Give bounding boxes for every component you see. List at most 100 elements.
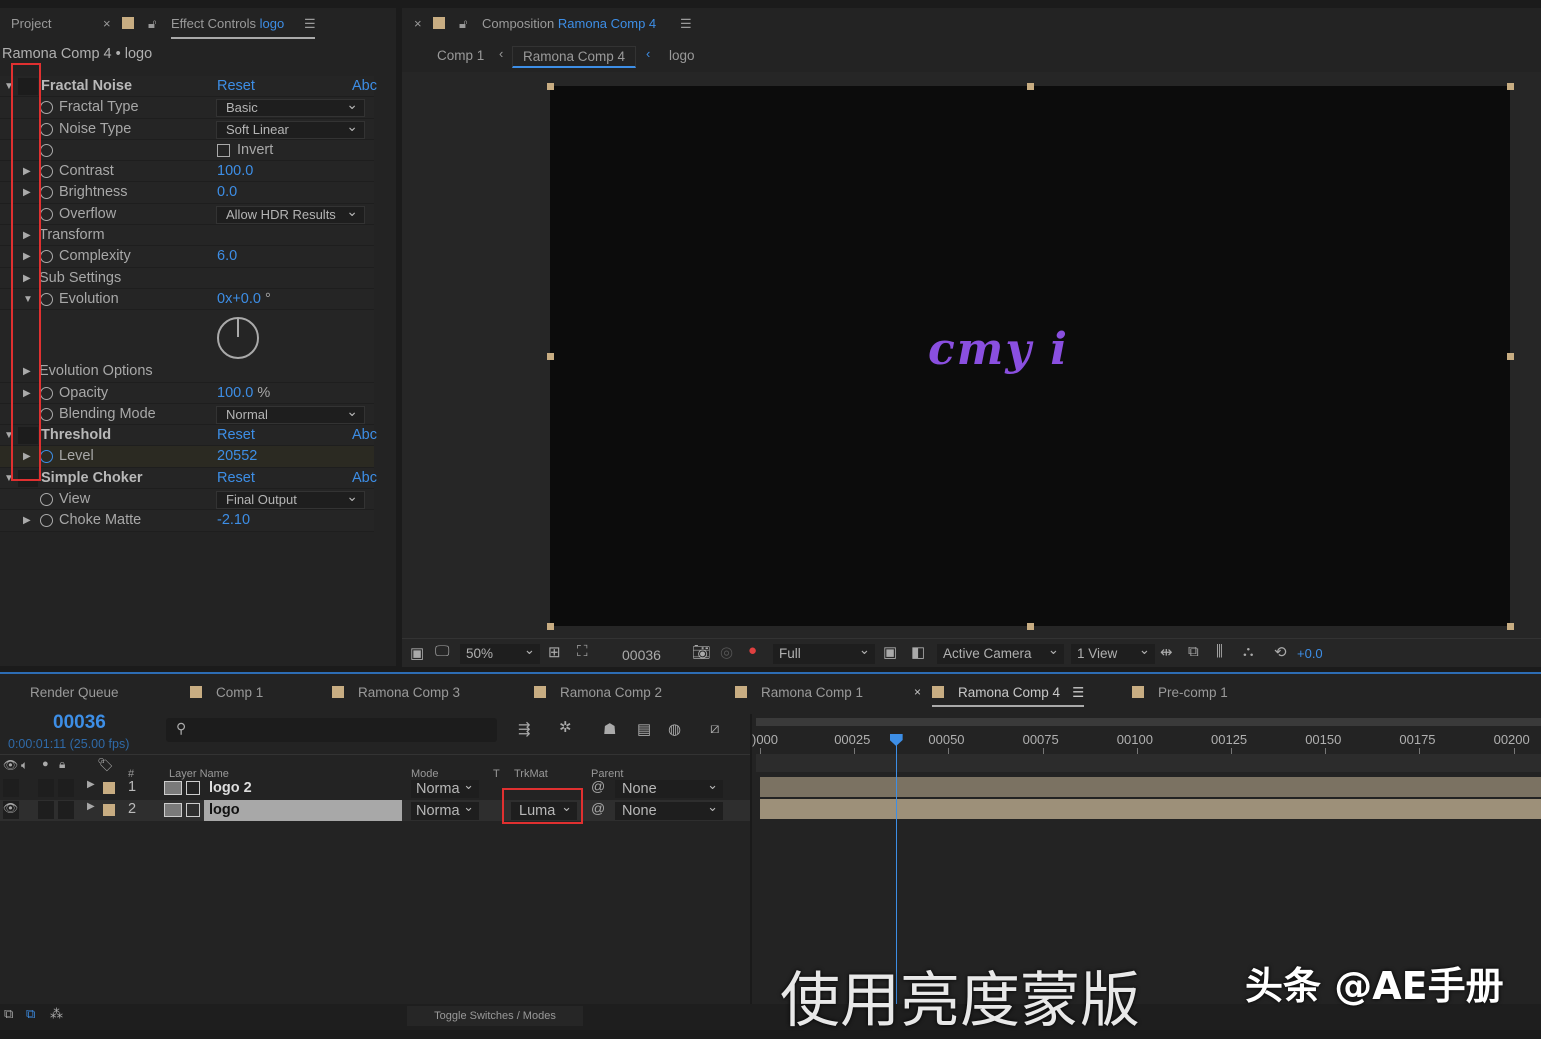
reset-link[interactable]: Reset <box>217 425 255 446</box>
label-swatch-icon[interactable] <box>103 804 115 816</box>
parent-dropdown[interactable]: None <box>615 776 723 798</box>
twirl-right-icon[interactable]: ▶ <box>23 510 31 531</box>
handle[interactable] <box>1027 623 1034 630</box>
stopwatch-icon[interactable] <box>40 207 53 221</box>
mode-dropdown[interactable]: Norma <box>411 798 479 820</box>
current-time-display[interactable]: 00036 <box>622 647 661 663</box>
property-value[interactable]: 20552 <box>217 446 257 467</box>
motion-blur-icon[interactable]: ◍ <box>668 720 681 738</box>
tab-ramona-comp-4[interactable]: Ramona Comp 4 × ☰ <box>914 685 1085 707</box>
tab-ramona-comp-2[interactable]: Ramona Comp 2 <box>534 685 662 700</box>
property-value[interactable]: 6.0 <box>217 246 237 267</box>
breadcrumb-logo[interactable]: logo <box>669 48 695 63</box>
handle[interactable] <box>1507 353 1514 360</box>
layer-search-input[interactable]: ⚲ <box>166 718 497 742</box>
close-icon[interactable]: × <box>414 16 422 31</box>
handle[interactable] <box>1507 623 1514 630</box>
flowchart-icon[interactable]: ⛬ <box>1243 643 1254 660</box>
property-value[interactable]: -2.10 <box>217 510 250 531</box>
draft-3d-icon[interactable]: ✲ <box>559 718 572 736</box>
handle[interactable] <box>547 353 554 360</box>
value-number[interactable]: 100.0 <box>217 385 253 401</box>
in-out-icon[interactable]: ⁂ <box>50 1006 63 1022</box>
tab-pre-comp-1[interactable]: Pre-comp 1 <box>1132 685 1228 700</box>
pick-whip-icon[interactable]: @ <box>591 778 605 794</box>
visibility-eye-icon[interactable] <box>3 779 19 797</box>
layer-row[interactable]: 👁︎▶2logoNormaLuma@None <box>0 788 750 824</box>
graph-editor-icon[interactable]: ⧄ <box>710 720 720 737</box>
toggle-switches-modes-button[interactable]: Toggle Switches / Modes <box>407 1006 583 1026</box>
about-link[interactable]: Abc <box>352 468 377 489</box>
draft-3d-icon[interactable]: ⧉ <box>1188 643 1199 660</box>
lock-icon[interactable]: 🔓︎ <box>459 16 467 32</box>
property-value[interactable]: 100.0 % <box>217 383 270 404</box>
switch-box[interactable] <box>58 779 74 797</box>
property-value[interactable]: 0x+0.0 ° <box>217 289 271 310</box>
twirl-right-icon[interactable]: ▶ <box>87 779 95 790</box>
value-number[interactable]: 0.0 <box>217 184 237 200</box>
tab-composition[interactable]: Composition Ramona Comp 4 <box>482 16 656 31</box>
tab-project[interactable]: Project <box>11 16 51 31</box>
property-dropdown[interactable]: Basic <box>216 96 365 118</box>
handle[interactable] <box>1507 83 1514 90</box>
switch-box[interactable] <box>38 801 54 819</box>
zoom-dropdown[interactable]: 50% <box>460 640 540 664</box>
reset-link[interactable]: Reset <box>217 76 255 97</box>
composition-mini-flowchart-icon[interactable]: ⇶ <box>518 720 531 738</box>
layer-switches-icon[interactable]: ⧉ <box>4 1006 13 1022</box>
value-number[interactable]: 20552 <box>217 448 257 464</box>
playhead-handle[interactable] <box>889 734 903 746</box>
timeline-ruler-track[interactable] <box>756 754 1541 772</box>
stopwatch-icon[interactable] <box>40 407 53 421</box>
video-toggle-icon[interactable]: 👁︎ <box>3 758 18 772</box>
toggle-3d-icon[interactable]: ⇹ <box>1160 643 1173 661</box>
property-dropdown[interactable]: Final Output <box>216 488 365 510</box>
handle[interactable] <box>547 83 554 90</box>
always-preview-icon[interactable]: ▣ <box>410 644 424 662</box>
close-icon[interactable]: × <box>914 685 921 699</box>
stopwatch-icon[interactable] <box>40 165 53 179</box>
mode-dropdown[interactable]: Norma <box>411 776 479 798</box>
stopwatch-icon[interactable] <box>40 143 53 157</box>
panel-menu-icon[interactable]: ☰ <box>680 16 692 32</box>
property-value[interactable]: 0.0 <box>217 182 237 203</box>
close-icon[interactable]: × <box>103 16 111 31</box>
property-dropdown[interactable]: Allow HDR Results <box>216 203 365 224</box>
monitor-icon[interactable]: 🖵︎ <box>435 643 449 660</box>
stopwatch-icon[interactable] <box>40 386 53 400</box>
fast-preview-icon[interactable]: ▣ <box>883 643 897 661</box>
visibility-eye-icon[interactable]: 👁︎ <box>3 801 19 819</box>
stopwatch-icon[interactable] <box>40 493 53 507</box>
layer-bar-logo-2[interactable] <box>760 777 1541 797</box>
audio-toggle-icon[interactable]: 🔈︎ <box>21 758 28 773</box>
stopwatch-icon[interactable] <box>40 186 53 200</box>
layer-name[interactable]: logo 2 <box>204 778 402 799</box>
dial-knob-icon[interactable] <box>217 317 259 360</box>
stopwatch-icon[interactable] <box>40 514 53 528</box>
views-dropdown[interactable]: 1 View <box>1071 640 1155 664</box>
timeline-icon[interactable]: ⫼ <box>1216 643 1223 660</box>
current-frame[interactable]: 00036 <box>53 712 106 734</box>
transparency-grid-icon[interactable]: ⛶ <box>577 643 588 660</box>
handle[interactable] <box>1027 83 1034 90</box>
about-link[interactable]: Abc <box>352 76 377 97</box>
property-dropdown[interactable]: Normal <box>216 403 365 424</box>
layer-row[interactable]: ▶ 1 logo 2 Norma @ None <box>0 776 750 799</box>
stopwatch-icon[interactable] <box>40 101 53 115</box>
property-dropdown[interactable]: Soft Linear <box>216 118 365 139</box>
stopwatch-icon[interactable] <box>40 450 53 464</box>
work-area-bar[interactable] <box>756 718 1541 726</box>
show-snapshot-icon[interactable]: ◎ <box>720 643 733 661</box>
tab-ramona-comp-3[interactable]: Ramona Comp 3 <box>332 685 460 700</box>
shy-layers-icon[interactable]: ☗ <box>603 720 616 738</box>
tab-effect-controls[interactable]: Effect Controls logo <box>171 16 315 39</box>
stopwatch-icon[interactable] <box>40 122 53 136</box>
tab-comp-1[interactable]: Comp 1 <box>190 685 263 700</box>
label-swatch-icon[interactable] <box>103 782 115 794</box>
lock-icon[interactable]: 🔒︎ <box>59 757 65 772</box>
exposure-value[interactable]: +0.0 <box>1297 646 1323 661</box>
breadcrumb-ramona-comp-4[interactable]: Ramona Comp 4 <box>512 46 637 68</box>
camera-dropdown[interactable]: Active Camera <box>937 640 1064 664</box>
transfer-controls-icon[interactable]: ⧉ <box>26 1006 35 1022</box>
evolution-dial[interactable] <box>0 310 374 362</box>
